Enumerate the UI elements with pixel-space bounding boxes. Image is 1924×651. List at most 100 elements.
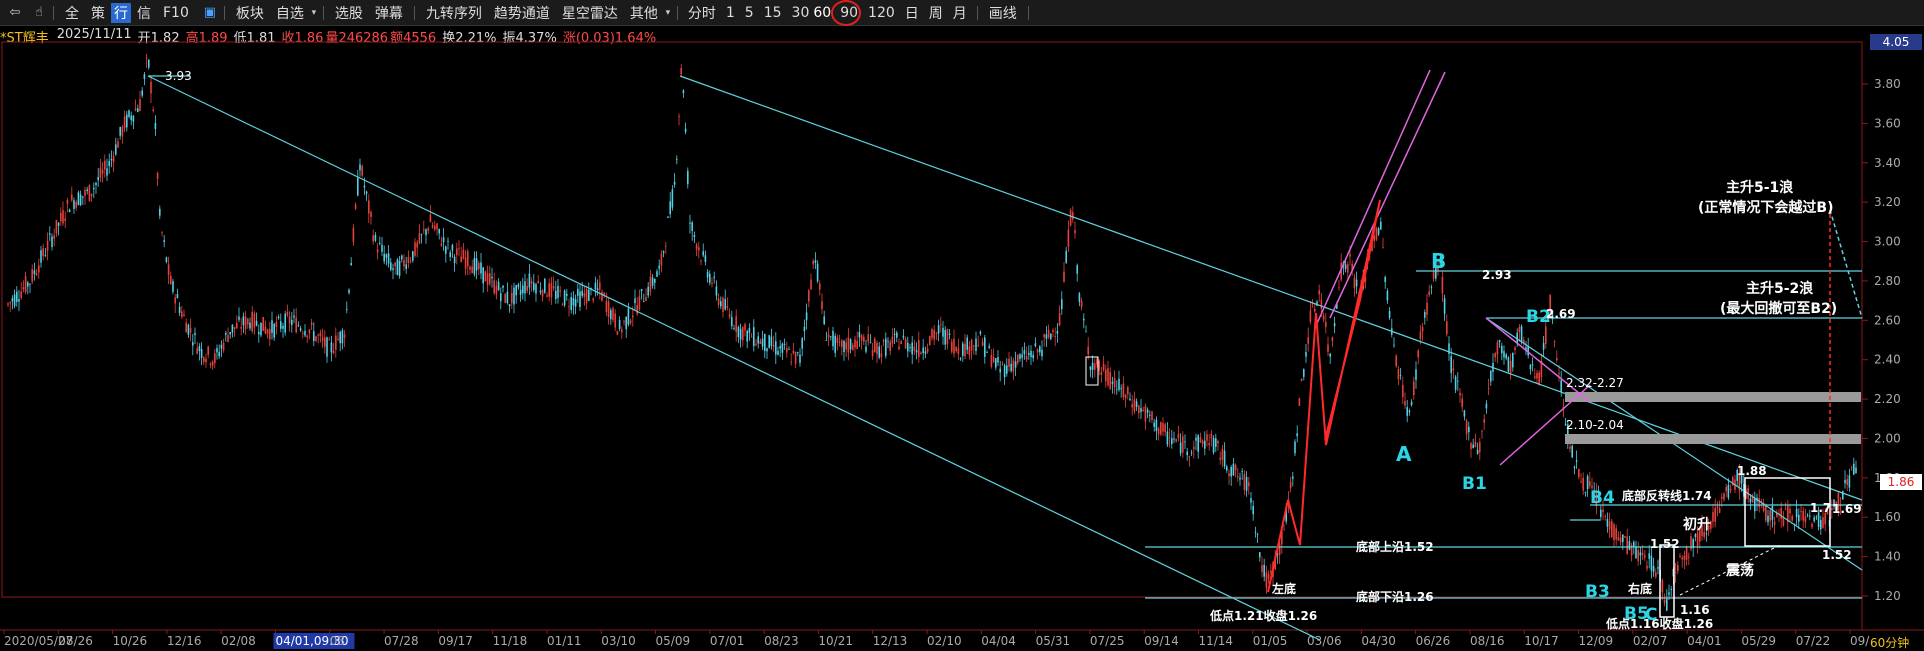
candle-body bbox=[152, 109, 154, 112]
candle-body bbox=[1811, 523, 1813, 528]
candle-body bbox=[1349, 254, 1351, 257]
candle-body bbox=[1846, 479, 1848, 485]
divider bbox=[976, 5, 978, 20]
period-month[interactable]: 月 bbox=[948, 3, 972, 23]
candle-body bbox=[9, 302, 11, 304]
candle-body bbox=[1685, 546, 1688, 560]
candle-body bbox=[150, 81, 152, 94]
menu-watchlist[interactable]: 自选 bbox=[270, 3, 310, 23]
kline-chart[interactable]: 3.80 3.60 3.40 3.20 3.00 2.80 2.60 2.40 2.20 2.00… bbox=[0, 26, 1924, 651]
candle-body bbox=[645, 297, 647, 301]
hand-icon[interactable]: ☝ bbox=[30, 4, 48, 22]
draw-line-button[interactable]: 画线 bbox=[983, 3, 1023, 23]
period-15[interactable]: 15 bbox=[759, 5, 787, 21]
period-5[interactable]: 5 bbox=[740, 5, 759, 21]
candle-body bbox=[1844, 480, 1846, 484]
window-icon[interactable]: ▣ bbox=[201, 4, 219, 22]
candle-body bbox=[874, 338, 876, 352]
pink-lines bbox=[1314, 69, 1591, 466]
toolbar-item-info[interactable]: 信 bbox=[131, 3, 157, 23]
candle-body bbox=[1173, 438, 1175, 440]
candle-body bbox=[264, 326, 267, 334]
menu-danmaku[interactable]: 弹幕 bbox=[369, 3, 409, 23]
candle-body bbox=[478, 263, 480, 270]
menu-stock-picker[interactable]: 选股 bbox=[329, 3, 369, 23]
candle-body bbox=[1556, 358, 1558, 361]
menu-trend-channel[interactable]: 趋势通道 bbox=[488, 3, 556, 23]
candle-body bbox=[1624, 536, 1626, 538]
candle-body bbox=[1021, 354, 1023, 358]
candle-body bbox=[904, 338, 907, 349]
candle-body bbox=[1072, 212, 1074, 220]
level-152-a-label: 1.52 bbox=[1650, 537, 1680, 551]
candle-body bbox=[695, 244, 698, 250]
candle-body bbox=[1102, 364, 1105, 370]
pink-channel-2 bbox=[1329, 71, 1446, 319]
menu-sector[interactable]: 板块 bbox=[230, 3, 270, 23]
candle-body bbox=[684, 128, 687, 132]
candle-body bbox=[680, 68, 682, 75]
toolbar-item-quote[interactable]: 行 bbox=[111, 2, 131, 23]
menu-nine-turn[interactable]: 九转序列 bbox=[420, 3, 488, 23]
candle-body bbox=[865, 346, 867, 352]
candle-body bbox=[1578, 469, 1580, 478]
period-week[interactable]: 周 bbox=[924, 3, 948, 23]
toolbar-item-all[interactable]: 全 bbox=[59, 3, 85, 23]
period-120[interactable]: 120 bbox=[863, 5, 900, 21]
dropdown-icon[interactable]: ▾ bbox=[664, 4, 672, 22]
menu-other[interactable]: 其他 bbox=[624, 3, 664, 23]
candle-body bbox=[1166, 431, 1169, 445]
dropdown-icon[interactable]: ▾ bbox=[310, 4, 318, 22]
candle-body bbox=[431, 224, 434, 228]
candle-body bbox=[427, 228, 429, 231]
toolbar-item-strategy[interactable]: 策 bbox=[85, 3, 111, 23]
candle-body bbox=[713, 276, 715, 278]
candle-body bbox=[671, 189, 674, 208]
toolbar-item-f10[interactable]: F10 bbox=[157, 5, 195, 21]
level-293-label: 2.93 bbox=[1482, 268, 1512, 282]
candle-body bbox=[816, 263, 819, 282]
candle-body bbox=[1089, 366, 1092, 370]
candle-body bbox=[924, 351, 927, 354]
menu-star-radar[interactable]: 星空雷达 bbox=[556, 3, 624, 23]
candle-body bbox=[1149, 414, 1151, 416]
candle-body bbox=[196, 348, 198, 354]
period-30[interactable]: 30 bbox=[787, 5, 812, 21]
x-tick-label: 11/18 bbox=[493, 634, 528, 648]
period-day[interactable]: 日 bbox=[900, 3, 924, 23]
period-intraday[interactable]: 分时 bbox=[683, 3, 721, 23]
candle-body bbox=[1120, 388, 1122, 389]
period-1[interactable]: 1 bbox=[721, 5, 740, 21]
x-tick-label: 04/01 bbox=[1687, 634, 1722, 648]
period-highlight-circle bbox=[831, 0, 861, 26]
candle-body bbox=[337, 338, 339, 340]
candle-body bbox=[1714, 508, 1716, 522]
candle-body bbox=[812, 260, 814, 265]
y-tick-label: 1.40 bbox=[1874, 550, 1901, 564]
candle-body bbox=[275, 321, 278, 327]
candle-body bbox=[900, 341, 902, 345]
candle-body bbox=[636, 305, 638, 315]
back-icon[interactable]: ⇦ bbox=[6, 4, 24, 22]
candle-body bbox=[1771, 506, 1774, 520]
candle-body bbox=[165, 257, 168, 262]
candle-body bbox=[282, 325, 284, 329]
candle-body bbox=[1520, 326, 1523, 342]
candle-body bbox=[412, 251, 414, 261]
resistance-zone-2 bbox=[1565, 434, 1861, 444]
candle-body bbox=[913, 346, 916, 352]
candle-body bbox=[557, 285, 559, 299]
y-tick-label: 1.60 bbox=[1874, 510, 1901, 524]
peak-label: 3.93 bbox=[165, 69, 192, 83]
candle-body bbox=[995, 358, 997, 368]
candle-body bbox=[1012, 360, 1015, 372]
candle-body bbox=[1250, 498, 1252, 503]
candle-body bbox=[1802, 510, 1804, 521]
candle-body bbox=[315, 336, 317, 342]
candle-body bbox=[262, 316, 264, 331]
candle-body bbox=[907, 342, 909, 352]
candle-body bbox=[1100, 372, 1103, 375]
candle-body bbox=[1481, 430, 1483, 432]
candle-body bbox=[792, 350, 795, 354]
candle-body bbox=[319, 333, 322, 337]
